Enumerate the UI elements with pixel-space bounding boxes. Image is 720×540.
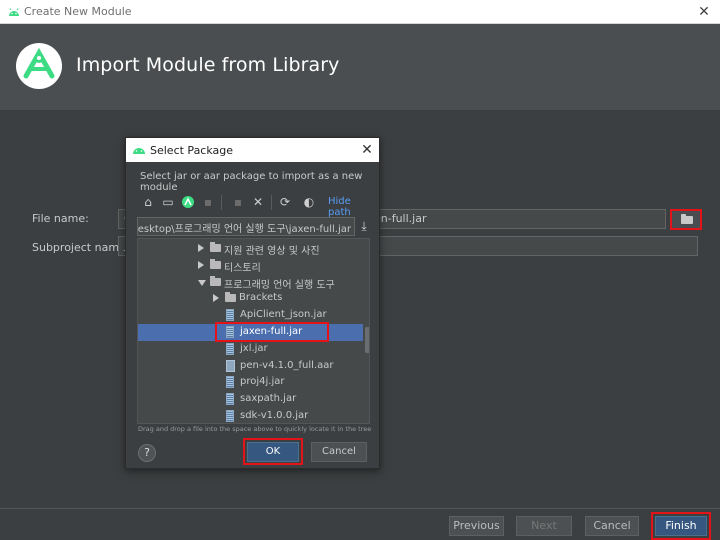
wizard-header: Import Module from Library (0, 24, 720, 110)
tree-file-row[interactable]: sdk-v1.0.0.jar (138, 408, 363, 423)
toolbar-separator (221, 195, 222, 210)
project-icon[interactable] (181, 195, 195, 209)
android-icon (133, 148, 145, 154)
refresh-icon[interactable]: ⟳ (278, 195, 292, 209)
dialog-titlebar: Select Package ✕ (126, 138, 379, 162)
module-icon[interactable]: ▪ (201, 195, 215, 209)
footer-divider (0, 508, 720, 509)
wizard-heading: Import Module from Library (76, 54, 340, 76)
toolbar-separator (271, 195, 272, 210)
tree-item-label: jxl.jar (240, 342, 268, 354)
download-icon[interactable]: ⤓ (358, 219, 370, 233)
tree-item-label: 지원 관련 영상 및 사진 (224, 246, 320, 257)
path-value: esktop\프로그래밍 언어 실행 도구\jaxen-full.jar (137, 224, 351, 235)
dialog-close-button[interactable]: ✕ (359, 141, 375, 159)
selected-file-highlight (215, 322, 329, 342)
tree-item-label: ApiClient_json.jar (240, 309, 327, 321)
aar-file-icon (226, 359, 235, 372)
tree-folder-row[interactable]: 지원 관련 영상 및 사진 (138, 240, 363, 257)
jar-file-icon (226, 410, 234, 422)
jar-file-icon (226, 309, 234, 322)
path-input[interactable]: esktop\프로그래밍 언어 실행 도구\jaxen-full.jar (137, 217, 355, 236)
home-icon[interactable]: ⌂ (141, 195, 155, 209)
finish-highlight (651, 512, 711, 540)
tree-folder-row[interactable]: 티스토리 (138, 257, 363, 274)
file-name-label: File name: (32, 212, 89, 225)
subproject-name-label: Subproject name: (32, 241, 130, 254)
dialog-instruction: Select jar or aar package to import as a… (140, 171, 363, 193)
chevron-right-icon[interactable] (198, 244, 204, 252)
next-button[interactable]: Next (516, 516, 572, 536)
ok-highlight (243, 438, 303, 465)
cancel-button[interactable]: Cancel (585, 516, 639, 536)
tree-file-row[interactable]: pen-v4.1.0_full.aar (138, 358, 363, 375)
folder-icon (210, 242, 221, 252)
window-titlebar: Create New Module ✕ (0, 0, 720, 24)
jar-file-icon (226, 376, 234, 389)
chevron-down-icon[interactable] (198, 279, 206, 286)
file-chooser-toolbar: ⌂ ▭ ▪ ▪ ✕ ⟳ ◐ Hide path (136, 192, 370, 218)
folder-icon (210, 258, 221, 269)
tree-item-label: proj4j.jar (240, 376, 285, 388)
android-studio-logo (16, 43, 62, 89)
previous-button[interactable]: Previous (449, 516, 504, 536)
chevron-right-icon[interactable] (213, 294, 219, 303)
tree-file-row[interactable]: saxpath.jar (138, 391, 363, 408)
delete-icon[interactable]: ✕ (251, 195, 265, 209)
help-button[interactable]: ? (138, 444, 156, 462)
new-folder-icon[interactable]: ▪ (231, 195, 245, 209)
hide-path-link[interactable]: Hide path (328, 196, 370, 218)
tree-folder-row[interactable]: 프로그래밍 언어 실행 도구 (138, 274, 363, 291)
show-hidden-icon[interactable]: ◐ (302, 195, 316, 209)
window-title: Create New Module (24, 5, 132, 18)
browse-button[interactable] (670, 209, 702, 230)
tree-file-row[interactable]: proj4j.jar (138, 374, 363, 391)
folder-icon (225, 292, 236, 303)
jar-file-icon (226, 342, 234, 355)
tree-item-label: saxpath.jar (240, 393, 297, 405)
folder-icon (210, 275, 221, 286)
desktop-icon[interactable]: ▭ (161, 195, 175, 209)
android-studio-icon (9, 8, 19, 16)
tree-item-label: pen-v4.1.0_full.aar (240, 359, 334, 371)
select-package-dialog: Select Package ✕ Select jar or aar packa… (125, 137, 380, 469)
chevron-right-icon[interactable] (198, 260, 204, 269)
tree-item-label: 티스토리 (224, 262, 261, 274)
tree-item-label: sdk-v1.0.0.jar (240, 410, 309, 421)
tree-folder-row[interactable]: Brackets (138, 290, 363, 307)
tree-scrollbar[interactable] (365, 327, 369, 353)
file-name-value-end: en-full.jar (374, 212, 427, 225)
tree-item-label: 프로그래밍 언어 실행 도구 (224, 279, 335, 291)
jar-file-icon (226, 393, 234, 406)
dialog-title: Select Package (150, 144, 234, 157)
dialog-cancel-button[interactable]: Cancel (311, 442, 367, 462)
tree-file-row[interactable]: jxl.jar (138, 341, 363, 358)
drag-drop-hint: Drag and drop a file into the space abov… (138, 425, 372, 433)
tree-item-label: Brackets (239, 292, 283, 304)
window-close-button[interactable]: ✕ (694, 2, 714, 22)
folder-icon (681, 214, 693, 224)
